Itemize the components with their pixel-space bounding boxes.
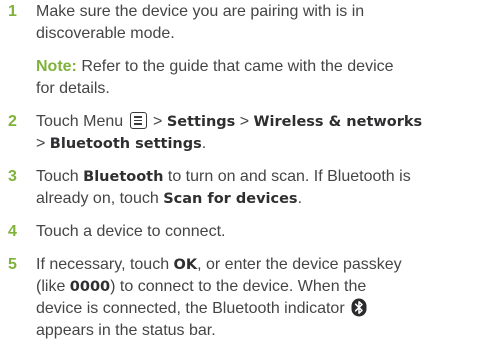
step-number: 5 xyxy=(8,256,17,273)
step-number: 1 xyxy=(8,3,17,20)
menu-icon xyxy=(129,112,147,129)
note: Note: Refer to the guide that came with … xyxy=(8,56,483,100)
note-text: for details. xyxy=(36,80,110,97)
bluetooth-label: Bluetooth xyxy=(83,169,164,185)
step-text-segment: , or enter the device passkey xyxy=(197,256,402,273)
ok-label: OK xyxy=(173,257,198,273)
step-2: 2 Touch Menu > Settings > Wireless & net… xyxy=(8,111,483,155)
wireless-networks-label: Wireless & networks xyxy=(253,114,423,130)
instructions: 1 Make sure the device you are pairing w… xyxy=(8,1,483,342)
step-text-segment: already on, touch xyxy=(36,190,164,207)
note-text: Refer to the guide that came with the de… xyxy=(76,58,394,75)
step-text-segment: device is connected, the Bluetooth indic… xyxy=(36,300,350,317)
step-text: Touch Bluetooth to turn on and scan. If … xyxy=(36,166,483,210)
step-text-segment: Touch Menu xyxy=(36,113,128,130)
step-text: Touch a device to connect. xyxy=(36,223,226,240)
separator: > xyxy=(148,113,167,130)
step-text: Make sure the device you are pairing wit… xyxy=(36,1,483,45)
step-text-segment: . xyxy=(201,135,207,152)
step-text-segment: to turn on and scan. If Bluetooth is xyxy=(163,168,411,185)
passkey-label: 0000 xyxy=(69,279,111,295)
step-text: If necessary, touch OK, or enter the dev… xyxy=(36,254,483,342)
step-text-segment: ) to connect to the device. When the xyxy=(110,278,367,295)
note-label: Note: xyxy=(36,58,77,75)
step-text-segment: Touch xyxy=(36,168,84,185)
step-text-segment: If necessary, touch xyxy=(36,256,174,273)
bluetooth-icon xyxy=(351,298,367,317)
bluetooth-settings-label: Bluetooth settings xyxy=(49,136,202,152)
settings-label: Settings xyxy=(166,114,236,130)
step-1: 1 Make sure the device you are pairing w… xyxy=(8,1,483,45)
separator: > xyxy=(235,113,254,130)
step-text-segment: appears in the status bar. xyxy=(36,322,216,339)
step-text-segment: (like xyxy=(36,278,70,295)
separator: > xyxy=(36,135,50,152)
step-5: 5 If necessary, touch OK, or enter the d… xyxy=(8,254,483,342)
step-number: 3 xyxy=(8,168,17,185)
step-text-line: Make sure the device you are pairing wit… xyxy=(36,3,365,20)
step-text: Touch Menu > Settings > Wireless & netwo… xyxy=(36,111,483,155)
scan-for-devices-label: Scan for devices xyxy=(163,191,298,207)
step-text-segment: . xyxy=(297,190,303,207)
step-text-line: discoverable mode. xyxy=(36,25,175,42)
step-3: 3 Touch Bluetooth to turn on and scan. I… xyxy=(8,166,483,210)
step-number: 4 xyxy=(8,223,17,240)
step-number: 2 xyxy=(8,113,17,130)
step-4: 4 Touch a device to connect. xyxy=(8,221,483,243)
